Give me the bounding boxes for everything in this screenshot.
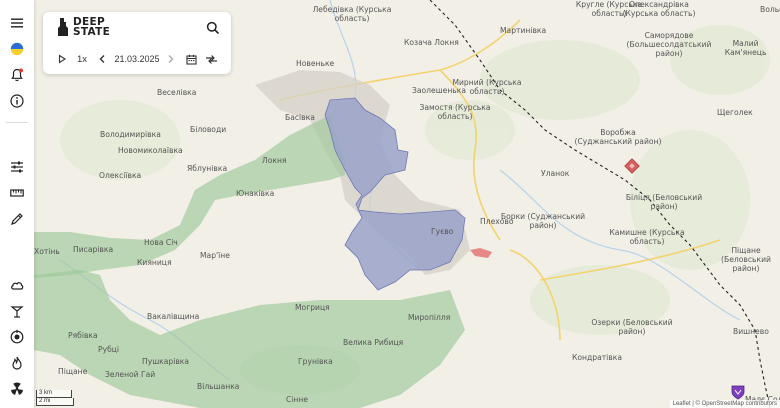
map-attribution[interactable]: Leaflet | © OpenStreetMap contributors bbox=[669, 400, 780, 408]
speed-button[interactable]: 1x bbox=[74, 52, 90, 66]
prev-date-button[interactable] bbox=[95, 52, 109, 66]
logo: DEEP STATE bbox=[56, 17, 110, 37]
play-button[interactable] bbox=[55, 52, 69, 66]
control-panel: DEEP STATE 1x 21.03.2025 bbox=[43, 12, 231, 74]
map-scale: 3 km 2 mi bbox=[36, 390, 74, 406]
radiation-icon[interactable] bbox=[6, 378, 28, 400]
search-icon[interactable] bbox=[203, 18, 223, 38]
logo-line2: STATE bbox=[73, 26, 111, 38]
shield-marker-icon[interactable] bbox=[731, 385, 745, 400]
compare-icon[interactable] bbox=[203, 52, 219, 66]
ruler-icon[interactable] bbox=[6, 182, 28, 204]
calendar-icon[interactable] bbox=[183, 52, 199, 66]
antenna-icon[interactable] bbox=[6, 300, 28, 322]
combat-area bbox=[470, 248, 492, 258]
date-display[interactable]: 21.03.2025 bbox=[113, 52, 161, 66]
info-icon[interactable] bbox=[6, 90, 28, 112]
notifications-icon[interactable] bbox=[6, 64, 28, 86]
logo-icon bbox=[58, 18, 68, 36]
fire-icon[interactable] bbox=[6, 352, 28, 374]
scale-mi: 2 mi bbox=[36, 398, 74, 406]
weather-icon[interactable] bbox=[6, 274, 28, 296]
filters-icon[interactable] bbox=[6, 156, 28, 178]
menu-icon[interactable] bbox=[6, 12, 28, 34]
scale-km: 3 km bbox=[36, 390, 72, 398]
draw-icon[interactable] bbox=[6, 208, 28, 230]
flag-icon[interactable] bbox=[6, 38, 28, 60]
next-date-button[interactable] bbox=[164, 52, 178, 66]
sidebar bbox=[0, 0, 34, 408]
target-icon[interactable] bbox=[6, 326, 28, 348]
green-zone-south bbox=[34, 270, 465, 408]
